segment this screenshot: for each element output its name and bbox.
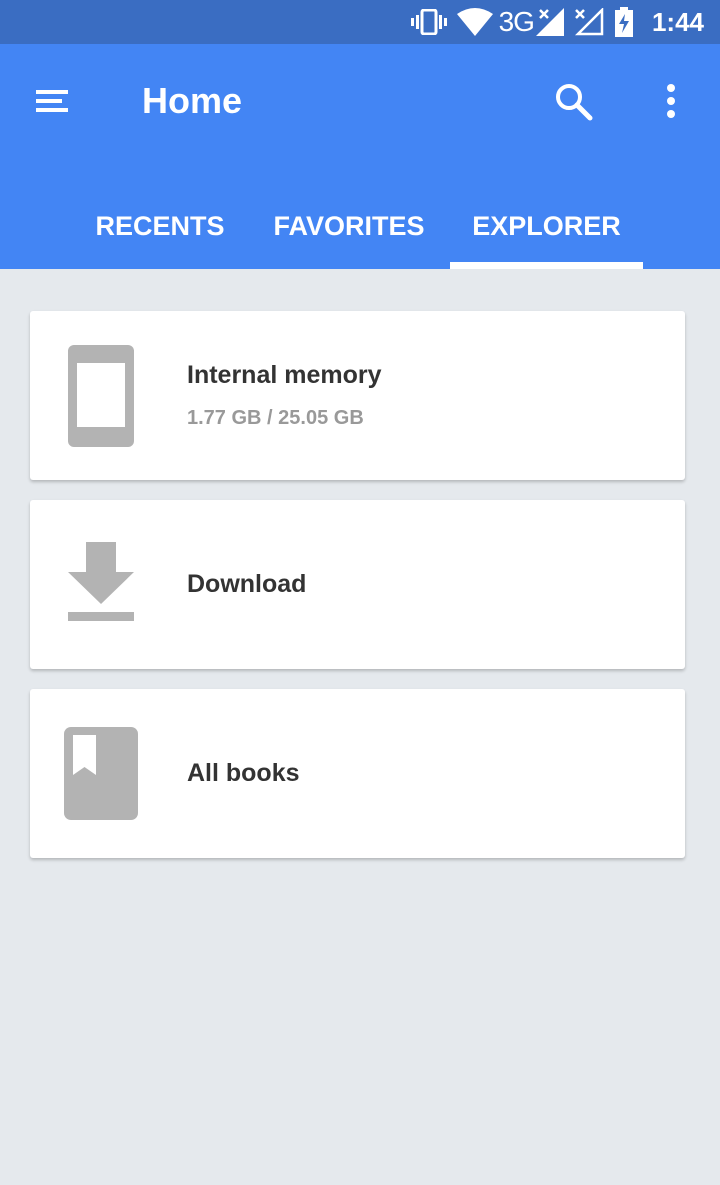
signal-no-service-icon [574, 8, 604, 36]
all-books-card[interactable]: All books [30, 689, 685, 858]
network-type-label: 3G [498, 6, 535, 37]
tab-recents[interactable]: RECENTS [72, 184, 248, 269]
tab-explorer[interactable]: EXPLORER [450, 184, 643, 269]
tab-explorer-label: EXPLORER [472, 211, 621, 241]
signal-icon [535, 8, 564, 36]
internal-memory-card[interactable]: Internal memory 1.77 GB / 25.05 GB [30, 311, 685, 480]
page-title: Home [142, 80, 243, 121]
wifi-icon [456, 8, 493, 36]
card-title: All books [187, 759, 300, 787]
card-title: Download [187, 570, 307, 598]
battery-charging-icon [614, 7, 634, 37]
tab-favorites-label: FAVORITES [273, 211, 425, 241]
hamburger-menu-icon[interactable] [30, 84, 72, 120]
card-title: Internal memory [187, 361, 382, 389]
vibrate-icon [410, 9, 447, 35]
book-icon [64, 727, 138, 825]
tab-bar: RECENTS FAVORITES EXPLORER [0, 184, 720, 269]
app-bar: Home RECENTS FAVORITES EXPLORER [0, 44, 720, 269]
selected-tab-indicator [450, 262, 643, 269]
tab-recents-label: RECENTS [95, 211, 225, 241]
more-vert-icon[interactable] [656, 80, 686, 124]
phone-icon [68, 345, 134, 452]
download-icon [68, 542, 134, 627]
search-icon[interactable] [552, 80, 596, 124]
download-card[interactable]: Download [30, 500, 685, 669]
status-bar: 3G 1:44 [0, 0, 720, 44]
tab-favorites[interactable]: FAVORITES [254, 184, 444, 269]
storage-usage-text: 1.77 GB / 25.05 GB [187, 407, 364, 429]
clock: 1:44 [651, 6, 704, 37]
